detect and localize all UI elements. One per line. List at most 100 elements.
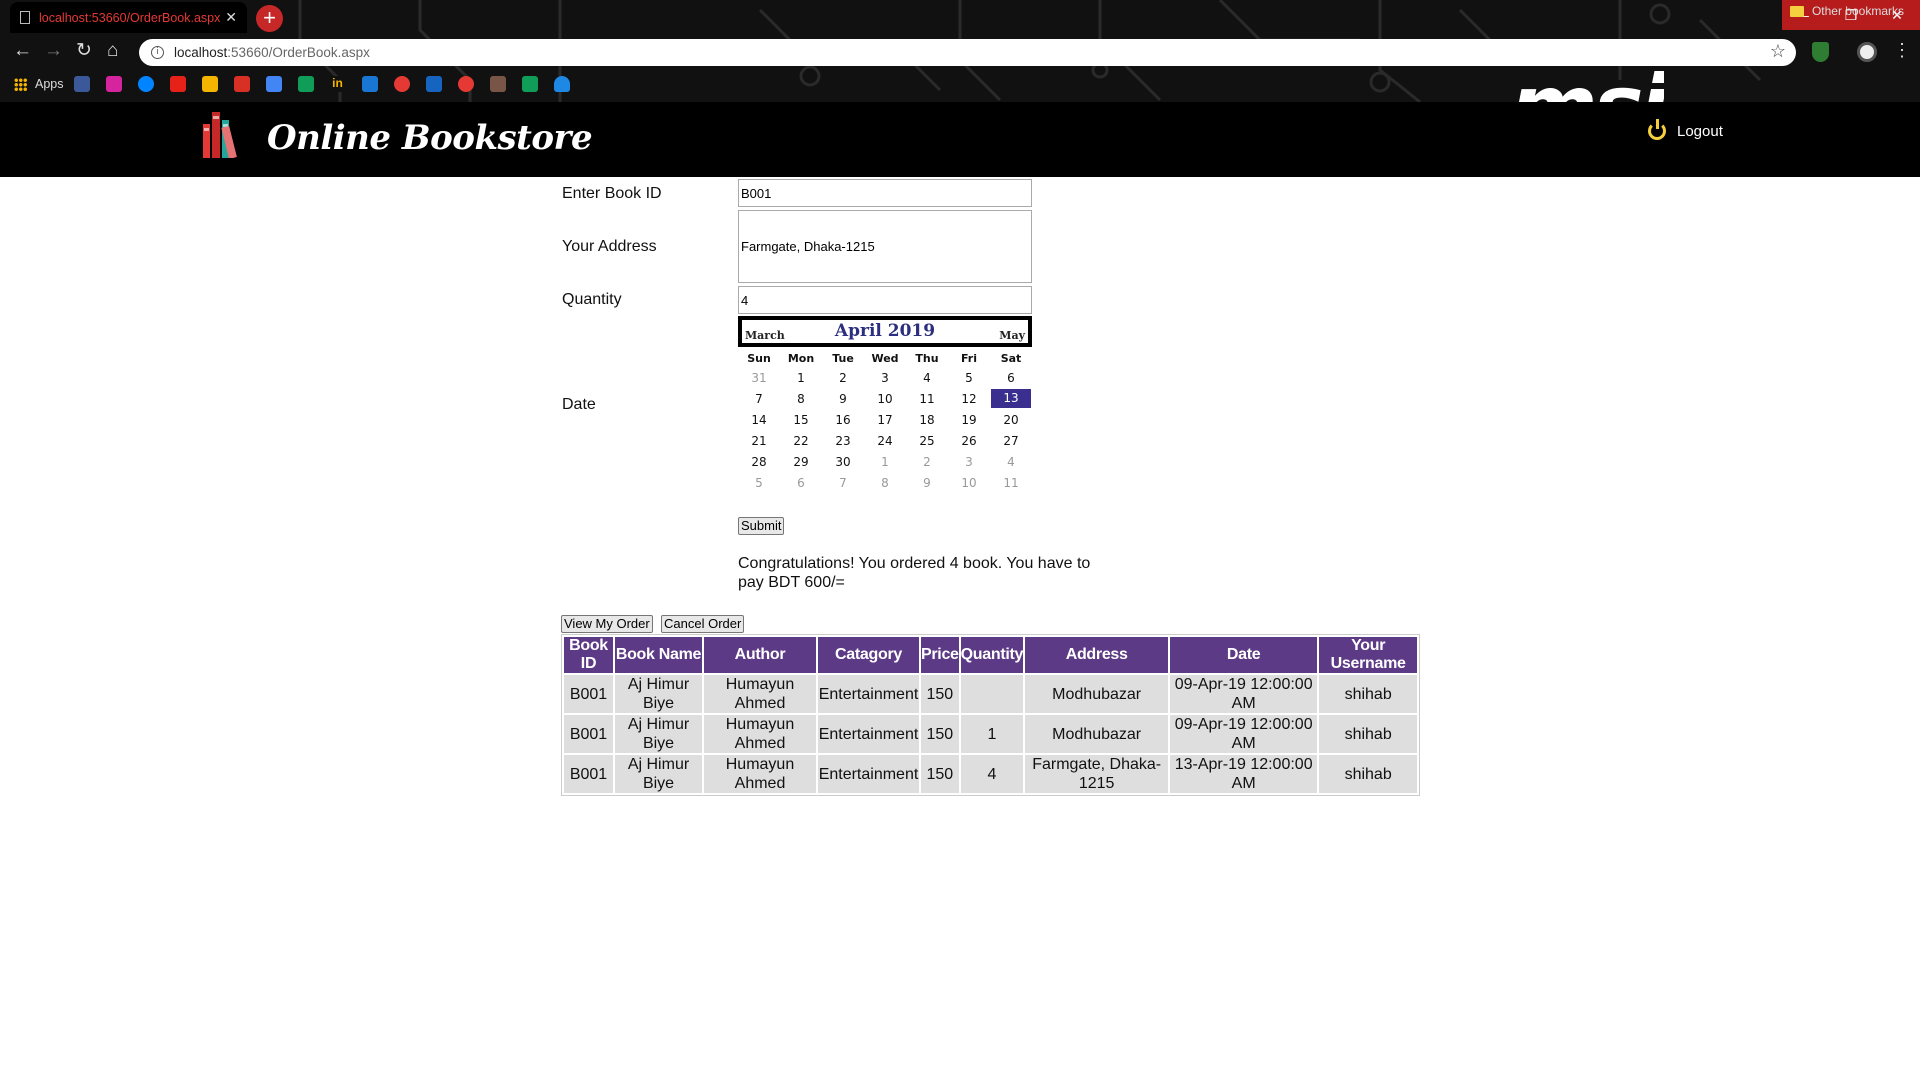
url-text: localhost:53660/OrderBook.aspx [174,45,370,60]
submit-button[interactable]: Submit [738,517,785,535]
extension-shield-icon[interactable] [1812,42,1829,62]
calendar-day[interactable]: 10 [864,388,906,409]
home-icon[interactable]: ⌂ [107,40,118,62]
calendar-day[interactable]: 30 [822,451,864,472]
calendar-day-number: 6 [797,475,805,490]
drive-icon-2[interactable] [521,76,538,92]
calendar-day[interactable]: 2 [906,451,948,472]
profile-avatar-icon[interactable] [1857,42,1877,62]
messenger-icon[interactable] [137,76,154,92]
reload-icon[interactable]: ↻ [76,40,92,62]
weekday-header: Thu [915,352,939,365]
calendar-day[interactable]: 6 [990,367,1032,388]
calendar-day[interactable]: 12 [948,388,990,409]
calendar-day[interactable]: 15 [780,409,822,430]
calendar-day[interactable]: 28 [738,451,780,472]
weekday-header: Fri [960,352,977,365]
drive-icon[interactable] [297,76,314,92]
calendar-day[interactable]: 22 [780,430,822,451]
bookmark-site-icon[interactable] [361,76,378,92]
book-id-input[interactable] [738,179,1032,207]
calendar-day-number: 10 [877,391,893,406]
weekday-header: Sat [1000,352,1022,365]
in-icon[interactable]: in [329,76,346,92]
calendar-day[interactable]: 25 [906,430,948,451]
cancel-order-button[interactable]: Cancel Order [661,615,745,633]
calendar-day[interactable]: 9 [822,388,864,409]
calendar-day[interactable]: 4 [906,367,948,388]
calendar-day[interactable]: 2 [822,367,864,388]
calendar-day[interactable]: 24 [864,430,906,451]
calendar-day[interactable]: 19 [948,409,990,430]
calendar-day-number: 8 [881,475,889,490]
info-icon[interactable]: i [151,46,164,59]
view-my-order-button[interactable]: View My Order [561,615,653,633]
calendar-day[interactable]: 14 [738,409,780,430]
forward-icon[interactable]: → [44,40,63,62]
facebook-icon[interactable] [73,76,90,92]
calendar-day[interactable]: 11 [990,472,1032,493]
instagram-icon[interactable] [105,76,122,92]
quantity-label: Quantity [562,291,622,308]
calendar-day[interactable]: 5 [738,472,780,493]
calendar-day[interactable]: 11 [906,388,948,409]
calendar-day[interactable]: 1 [864,451,906,472]
calendar-day[interactable]: 5 [948,367,990,388]
calendar-day[interactable]: 23 [822,430,864,451]
back-icon[interactable]: ← [13,40,32,62]
calendar-day[interactable]: 9 [906,472,948,493]
calendar-day[interactable]: 20 [990,409,1032,430]
classroom-icon[interactable] [201,76,218,92]
calendar-day[interactable]: 3 [864,367,906,388]
tab-close-icon[interactable]: ✕ [225,9,237,26]
bookmark-star-icon[interactable]: ☆ [1770,41,1786,62]
calendar-day[interactable]: 7 [822,472,864,493]
table-cell: Aj Himur Biye [615,755,702,793]
calendar-day-number: 14 [751,412,767,427]
address-bar[interactable]: i localhost:53660/OrderBook.aspx ☆ [139,39,1796,66]
translate-icon[interactable] [265,76,282,92]
person-icon[interactable] [489,76,506,92]
calendar-day[interactable]: 27 [990,430,1032,451]
at-sign-icon-2[interactable] [457,76,474,92]
bookmark-site-icon-2[interactable] [425,76,442,92]
calendar-day[interactable]: 21 [738,430,780,451]
calendar-day[interactable]: 3 [948,451,990,472]
onedrive-icon[interactable] [553,76,570,92]
calendar-day[interactable]: 31 [738,367,780,388]
new-tab-button[interactable]: + [256,5,283,32]
calendar-day-number: 7 [839,475,847,490]
logout-link[interactable]: Logout [1648,119,1723,140]
address-textarea[interactable]: Farmgate, Dhaka-1215 [738,210,1032,283]
calendar-day[interactable]: 17 [864,409,906,430]
other-bookmarks[interactable]: Other bookmarks [1789,4,1904,18]
calendar-week-row: 5 6 7 8 9 10 11 [738,472,1032,493]
calendar-day-number: 24 [877,433,893,448]
apps-shortcut[interactable]: Apps [14,77,64,91]
gmail-icon[interactable] [233,76,250,92]
weekday-header: Tue [832,352,854,365]
calendar-day[interactable]: 26 [948,430,990,451]
calendar-day[interactable]: 7 [738,388,780,409]
calendar-day[interactable]: 16 [822,409,864,430]
calendar-next-month[interactable]: May [999,329,1025,342]
calendar-day[interactable]: 8 [780,388,822,409]
calendar-day[interactable]: 13 [990,388,1032,409]
orders-column-header: Author [704,637,816,673]
calendar-day[interactable]: 29 [780,451,822,472]
calendar-day[interactable]: 10 [948,472,990,493]
browser-tab[interactable]: localhost:53660/OrderBook.aspx ✕ [10,2,247,33]
at-sign-icon[interactable] [393,76,410,92]
quantity-input[interactable] [738,286,1032,314]
url-host: localhost [174,45,228,60]
calendar-day[interactable]: 6 [780,472,822,493]
other-bookmarks-label: Other bookmarks [1811,4,1904,18]
apps-label: Apps [35,77,64,91]
calendar-day[interactable]: 8 [864,472,906,493]
youtube-icon[interactable] [169,76,186,92]
calendar-weekday-row: Sun Mon Tue Wed Thu Fri Sat [738,350,1032,367]
calendar-day[interactable]: 18 [906,409,948,430]
calendar-day[interactable]: 4 [990,451,1032,472]
calendar-day[interactable]: 1 [780,367,822,388]
browser-menu-icon[interactable]: ⋮ [1893,40,1911,61]
